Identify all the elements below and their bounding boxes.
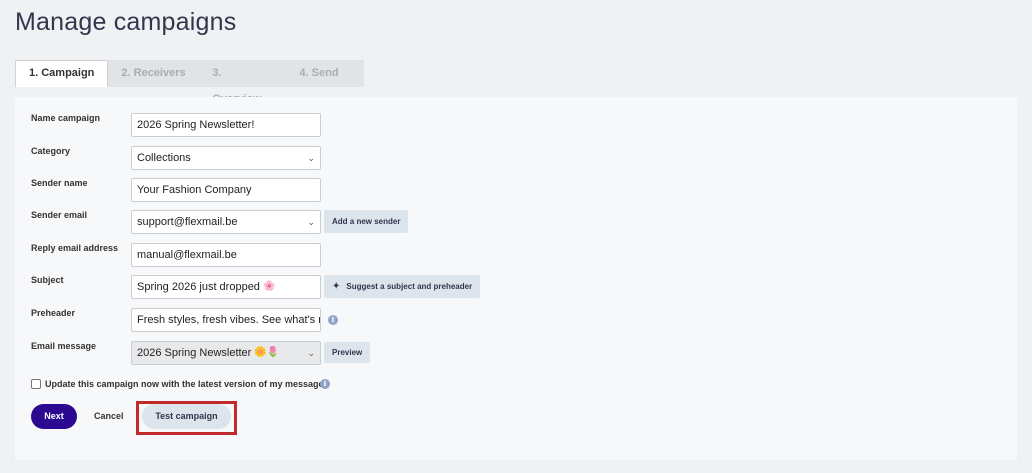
info-icon[interactable]: i <box>320 379 330 389</box>
test-campaign-button[interactable]: Test campaign <box>142 404 231 429</box>
subject-label: Subject <box>31 275 64 285</box>
subject-input[interactable]: Spring 2026 just dropped 🌸 <box>131 275 321 299</box>
sender-name-input[interactable]: Your Fashion Company <box>131 178 321 202</box>
chevron-down-icon: ⌄ <box>307 153 315 163</box>
flower-emoji: 🌸 <box>263 281 276 293</box>
step-tabs: 1. Campaign 2. Receivers 3. Overview 4. … <box>15 60 365 105</box>
magic-wand-icon: ✦ <box>332 281 341 292</box>
next-button[interactable]: Next <box>31 404 77 429</box>
update-campaign-checkbox[interactable] <box>31 379 41 389</box>
flowers-emoji: 🌼🌷 <box>254 347 280 359</box>
category-select[interactable]: Collections ⌄ <box>131 146 321 170</box>
category-label: Category <box>31 146 71 156</box>
preview-button[interactable]: Preview <box>324 342 371 363</box>
email-message-value: 2026 Spring Newsletter <box>137 347 252 359</box>
reply-email-input[interactable]: manual@flexmail.be <box>131 243 321 267</box>
tab-campaign[interactable]: 1. Campaign <box>15 60 109 87</box>
campaign-form-panel: Name campaign 2026 Spring Newsletter! Ca… <box>15 97 1017 460</box>
sender-email-value: support@flexmail.be <box>137 216 238 228</box>
info-icon[interactable]: i <box>328 315 338 325</box>
cancel-button[interactable]: Cancel <box>94 404 124 429</box>
page-title: Manage campaigns <box>15 8 237 36</box>
reply-email-label: Reply email address <box>31 243 119 253</box>
name-campaign-input[interactable]: 2026 Spring Newsletter! <box>131 113 321 137</box>
tab-receivers[interactable]: 2. Receivers <box>108 60 199 87</box>
chevron-down-icon: ⌄ <box>307 217 315 227</box>
tab-send[interactable]: 4. Send <box>286 60 364 87</box>
tab-overview[interactable]: 3. Overview <box>199 60 286 105</box>
name-campaign-label: Name campaign <box>31 113 101 123</box>
subject-value: Spring 2026 just dropped <box>137 281 260 293</box>
email-message-label: Email message <box>31 341 97 351</box>
preheader-input[interactable]: Fresh styles, fresh vibes. See what's n <box>131 308 321 332</box>
update-campaign-label[interactable]: Update this campaign now with the latest… <box>45 379 324 389</box>
suggest-subject-label: Suggest a subject and preheader <box>346 282 473 291</box>
sender-email-select[interactable]: support@flexmail.be ⌄ <box>131 210 321 234</box>
email-message-select[interactable]: 2026 Spring Newsletter 🌼🌷 ⌄ <box>131 341 321 365</box>
preheader-label: Preheader <box>31 308 76 318</box>
sender-email-label: Sender email <box>31 210 88 220</box>
suggest-subject-button[interactable]: ✦ Suggest a subject and preheader <box>324 275 481 298</box>
sender-name-label: Sender name <box>31 178 88 188</box>
add-sender-button[interactable]: Add a new sender <box>324 210 409 233</box>
category-value: Collections <box>137 152 191 164</box>
chevron-down-icon: ⌄ <box>307 348 315 358</box>
